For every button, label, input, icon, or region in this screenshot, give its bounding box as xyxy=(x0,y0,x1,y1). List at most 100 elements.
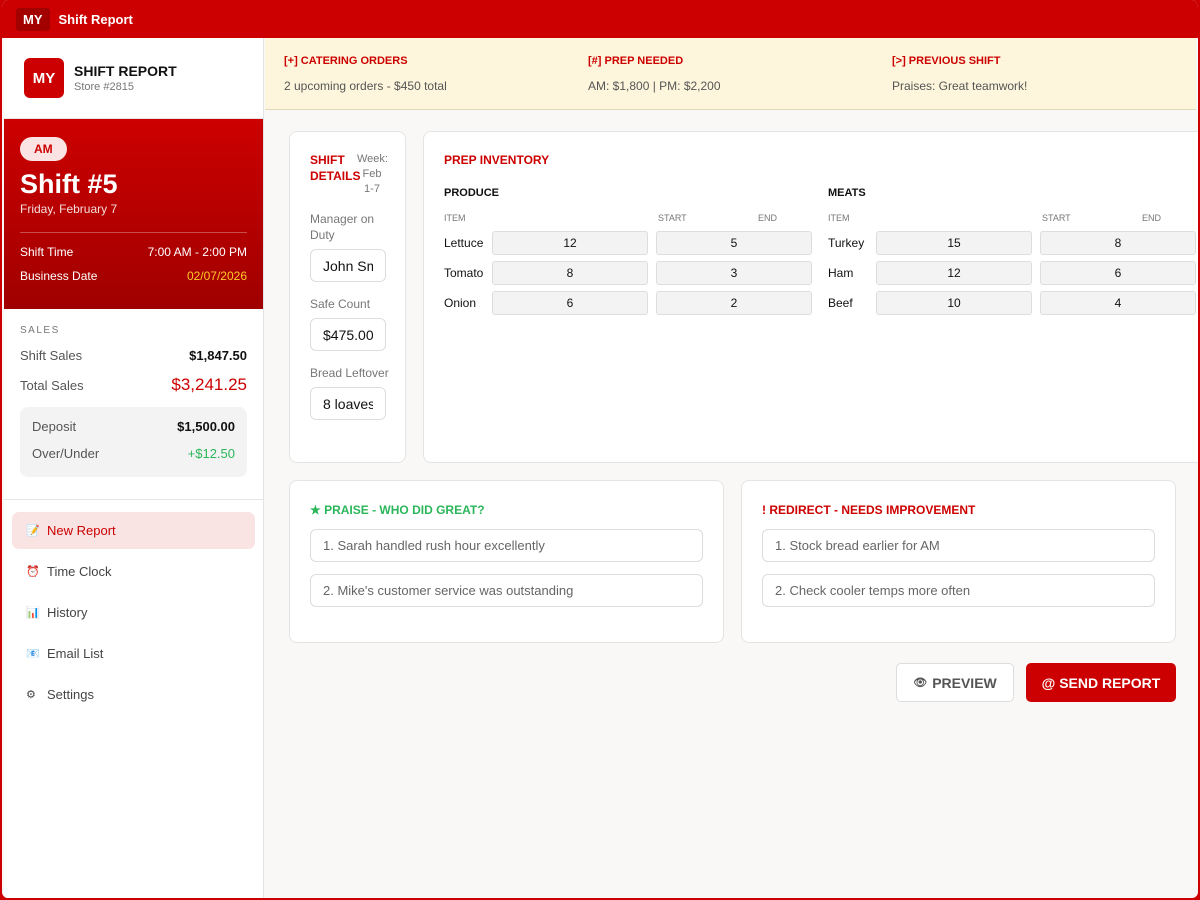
inventory-row: Ham 12 6 xyxy=(828,261,1198,285)
banner-title: [>] PREVIOUS SHIFT xyxy=(892,55,1001,67)
nav-label: Settings xyxy=(47,687,94,702)
praise-title: ★ PRAISE - WHO DID GREAT? xyxy=(310,503,485,517)
send-label: @ SEND REPORT xyxy=(1041,674,1161,691)
col-end: END xyxy=(1142,213,1162,223)
brand-logo: MY xyxy=(24,58,64,98)
col-start: START xyxy=(1042,213,1071,223)
preview-button[interactable]: 👁 PREVIEW xyxy=(896,663,1014,702)
shift-card: AM Shift #5 Friday, February 7 Shift Tim… xyxy=(4,119,263,309)
bar-chart-icon: 📊 xyxy=(26,607,40,619)
bread-leftover-input[interactable] xyxy=(310,387,386,420)
end-input[interactable]: 2 xyxy=(656,291,812,315)
total-sales-label: Total Sales xyxy=(20,377,84,393)
item-name: Lettuce xyxy=(444,236,484,250)
app-logo: MY xyxy=(16,7,50,31)
end-input[interactable]: 4 xyxy=(1040,291,1196,315)
inventory-row: Tomato 8 3 xyxy=(444,261,828,285)
sidebar-item-time-clock[interactable]: ⏰ Time Clock xyxy=(12,553,255,590)
col-end: END xyxy=(758,213,778,223)
bread-leftover-label: Bread Leftover xyxy=(310,366,389,380)
redirect-card: ! REDIRECT - NEEDS IMPROVEMENT 1. Stock … xyxy=(741,480,1176,643)
main-content: [+] CATERING ORDERS 2 upcoming orders - $… xyxy=(265,38,1198,898)
manager-label: Manager on Duty xyxy=(310,212,375,242)
brand-title: SHIFT REPORT xyxy=(74,63,177,79)
start-input[interactable]: 8 xyxy=(492,261,648,285)
sidebar: MY SHIFT REPORT Store #2815 AM Shift #5 … xyxy=(4,38,264,898)
item-name: Tomato xyxy=(444,266,484,280)
prep-needed: [#] PREP NEEDED AM: $1,800 | PM: $2,200 xyxy=(588,55,892,109)
send-report-button[interactable]: @ SEND REPORT xyxy=(1026,663,1176,702)
item-name: Turkey xyxy=(828,236,865,250)
banner-title: [#] PREP NEEDED xyxy=(588,55,684,67)
deposit-label: Deposit xyxy=(32,419,77,434)
info-banner: [+] CATERING ORDERS 2 upcoming orders - $… xyxy=(265,38,1196,110)
shift-sales-label: Shift Sales xyxy=(20,348,83,363)
banner-text: 2 upcoming orders - $450 total xyxy=(284,79,447,93)
sidebar-item-email-list[interactable]: 📧 Email List xyxy=(12,635,255,672)
memo-icon: 📝 xyxy=(26,525,40,537)
col-start: START xyxy=(658,213,687,223)
praise-input-2[interactable]: 2. Mike's customer service was outstandi… xyxy=(310,574,703,607)
business-date-value: 02/07/2026 xyxy=(186,269,247,283)
start-input[interactable]: 12 xyxy=(492,231,648,255)
sidebar-item-settings[interactable]: ⚙ Settings xyxy=(12,676,255,713)
brand-header: MY SHIFT REPORT Store #2815 xyxy=(4,38,263,119)
banner-title: [+] CATERING ORDERS xyxy=(284,55,408,67)
end-input[interactable]: 3 xyxy=(656,261,812,285)
prep-inventory-title: PREP INVENTORY xyxy=(444,153,550,167)
title-bar: MY Shift Report xyxy=(2,0,1198,38)
app-window: MY Shift Report MY SHIFT REPORT Store #2… xyxy=(0,0,1200,900)
produce-section: PRODUCE ITEM START END Lettuce 12 5 Tomato 8 3… xyxy=(444,187,828,315)
shift-details-title: SHIFT DETAILS xyxy=(310,153,361,183)
shift-details-card: SHIFT DETAILS Week: Feb 1-7 Manager on D… xyxy=(289,131,406,463)
sidebar-nav: 📝 New Report ⏰ Time Clock 📊 History 📧 Email … xyxy=(4,500,263,729)
praise-input-1[interactable]: 1. Sarah handled rush hour excellently xyxy=(310,529,703,562)
safe-count-input[interactable] xyxy=(310,318,386,351)
end-input[interactable]: 8 xyxy=(1040,231,1196,255)
item-name: Beef xyxy=(828,296,853,310)
nav-label: Email List xyxy=(47,646,104,661)
banner-text: Praises: Great teamwork! xyxy=(892,79,1028,93)
shift-sales-value: $1,847.50 xyxy=(189,348,247,363)
week-label: Week: Feb 1-7 xyxy=(357,153,388,195)
inventory-row: Beef 10 4 xyxy=(828,291,1198,315)
start-input[interactable]: 6 xyxy=(492,291,648,315)
business-date-label: Business Date xyxy=(20,269,98,283)
eye-icon: 👁 xyxy=(913,677,928,689)
manager-input[interactable] xyxy=(310,249,386,282)
shift-title: Shift #5 xyxy=(20,169,118,199)
sidebar-item-history[interactable]: 📊 History xyxy=(12,594,255,631)
start-input[interactable]: 12 xyxy=(876,261,1032,285)
redirect-input-2[interactable]: 2. Check cooler temps more often xyxy=(762,574,1155,607)
end-input[interactable]: 6 xyxy=(1040,261,1196,285)
shift-date: Friday, February 7 xyxy=(20,202,118,216)
end-input[interactable]: 5 xyxy=(656,231,812,255)
shift-time-value: 7:00 AM - 2:00 PM xyxy=(147,245,247,259)
col-item: ITEM xyxy=(828,213,850,223)
catering-orders: [+] CATERING ORDERS 2 upcoming orders - $… xyxy=(284,55,588,109)
item-name: Onion xyxy=(444,296,477,310)
deposit-value: $1,500.00 xyxy=(177,419,235,434)
inventory-row: Lettuce 12 5 xyxy=(444,231,828,255)
banner-text: AM: $1,800 | PM: $2,200 xyxy=(588,79,721,93)
meats-section: MEATS ITEM START END Turkey 15 8 Ham 12 6 Beef… xyxy=(828,187,1198,315)
redirect-input-1[interactable]: 1. Stock bread earlier for AM xyxy=(762,529,1155,562)
prep-inventory-card: PREP INVENTORY PRODUCE ITEM START END Lett… xyxy=(423,131,1198,463)
shift-badge: AM xyxy=(20,137,67,161)
window-title: Shift Report xyxy=(58,11,133,27)
start-input[interactable]: 15 xyxy=(876,231,1032,255)
sidebar-item-new-report[interactable]: 📝 New Report xyxy=(12,512,255,549)
nav-label: History xyxy=(47,605,88,620)
nav-label: New Report xyxy=(47,523,116,538)
divider xyxy=(20,232,247,233)
inventory-row: Onion 6 2 xyxy=(444,291,828,315)
start-input[interactable]: 10 xyxy=(876,291,1032,315)
previous-shift: [>] PREVIOUS SHIFT Praises: Great teamwor… xyxy=(892,55,1196,109)
inventory-row: Turkey 15 8 xyxy=(828,231,1198,255)
store-number: Store #2815 xyxy=(74,81,134,93)
meats-title: MEATS xyxy=(828,187,866,199)
nav-label: Time Clock xyxy=(47,564,112,579)
produce-title: PRODUCE xyxy=(444,187,500,199)
over-under-value: +$12.50 xyxy=(187,446,235,461)
sales-section: SALES Shift Sales $1,847.50 Total Sales $3… xyxy=(4,309,263,500)
